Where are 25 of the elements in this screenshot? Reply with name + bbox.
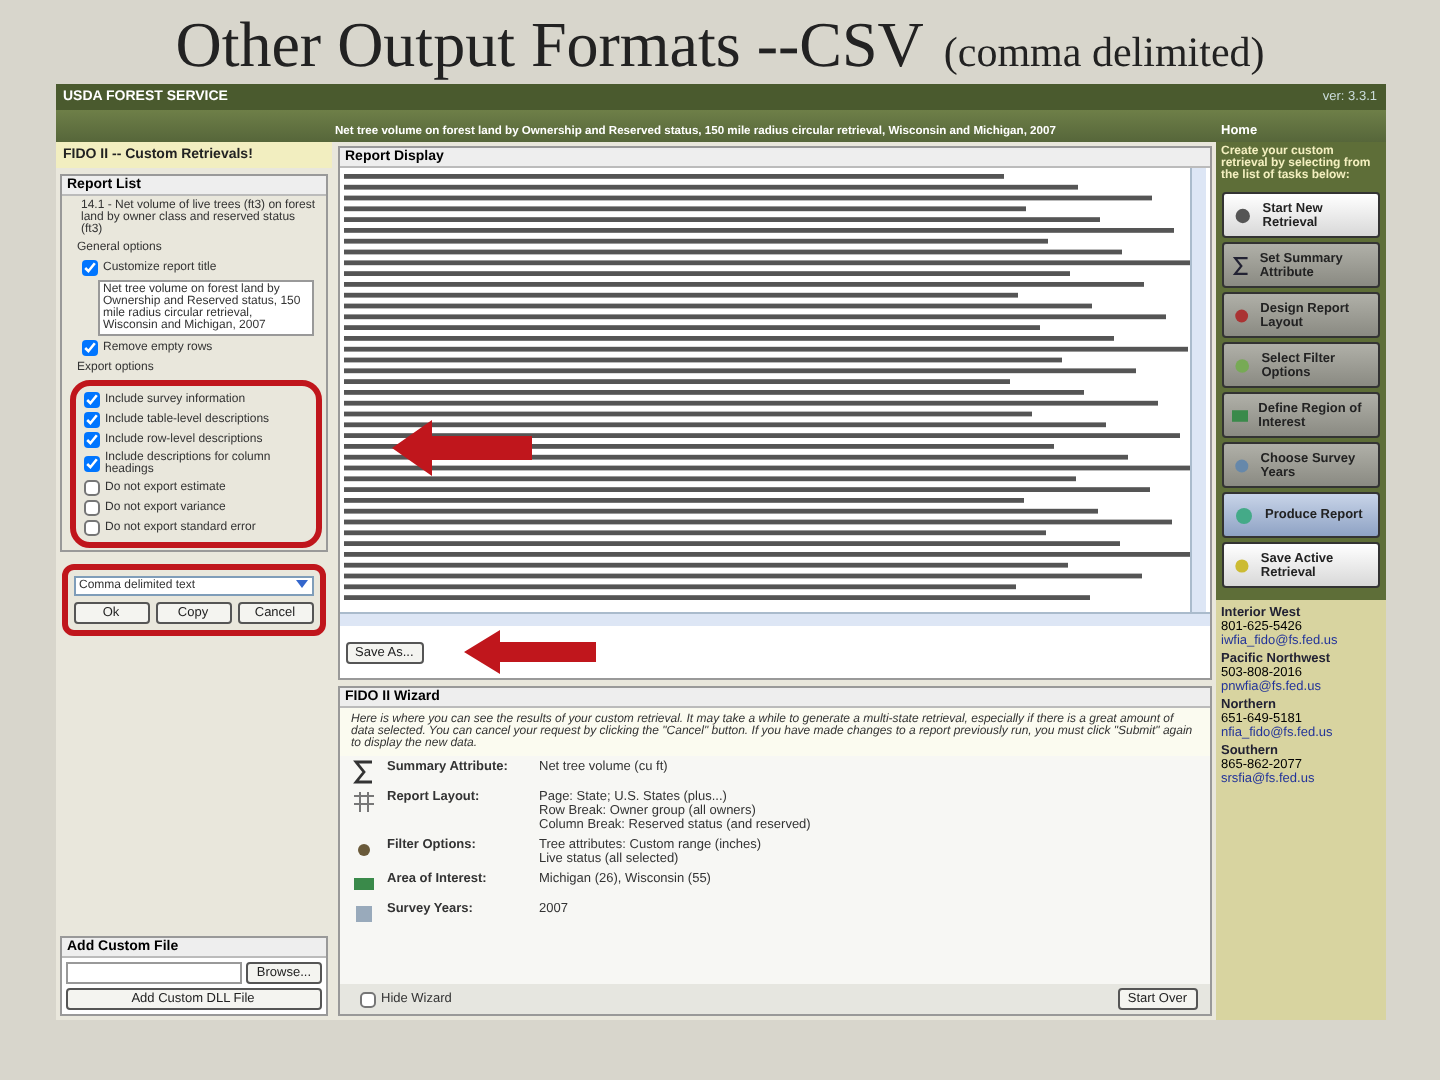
checkbox[interactable] bbox=[83, 412, 99, 428]
slide-title: Other Output Formats --CSV bbox=[175, 8, 924, 80]
dropdown-caret-icon bbox=[295, 580, 307, 588]
grid-icon bbox=[351, 790, 375, 814]
sigma-icon bbox=[351, 760, 375, 784]
checkbox[interactable] bbox=[83, 456, 99, 472]
slide-subtitle: (comma delimited) bbox=[943, 26, 1265, 80]
checkbox[interactable] bbox=[83, 520, 99, 536]
task-icon bbox=[1231, 503, 1255, 527]
checkbox[interactable] bbox=[359, 991, 375, 1007]
pointer-arrow bbox=[463, 630, 596, 674]
task-icon bbox=[1231, 553, 1251, 577]
checkbox[interactable] bbox=[81, 260, 97, 276]
checkbox[interactable] bbox=[81, 340, 97, 356]
sigma-icon bbox=[1231, 253, 1250, 277]
checkbox[interactable] bbox=[83, 392, 99, 408]
checkbox[interactable] bbox=[83, 480, 99, 496]
checkbox[interactable] bbox=[83, 500, 99, 516]
task-icon bbox=[1231, 353, 1252, 377]
vertical-scrollbar[interactable] bbox=[1189, 168, 1205, 612]
checkbox[interactable] bbox=[83, 432, 99, 448]
pointer-arrow bbox=[391, 420, 531, 476]
task-icon bbox=[1231, 203, 1253, 227]
horizontal-scrollbar[interactable] bbox=[339, 612, 1209, 626]
file-path-field[interactable] bbox=[65, 962, 243, 984]
